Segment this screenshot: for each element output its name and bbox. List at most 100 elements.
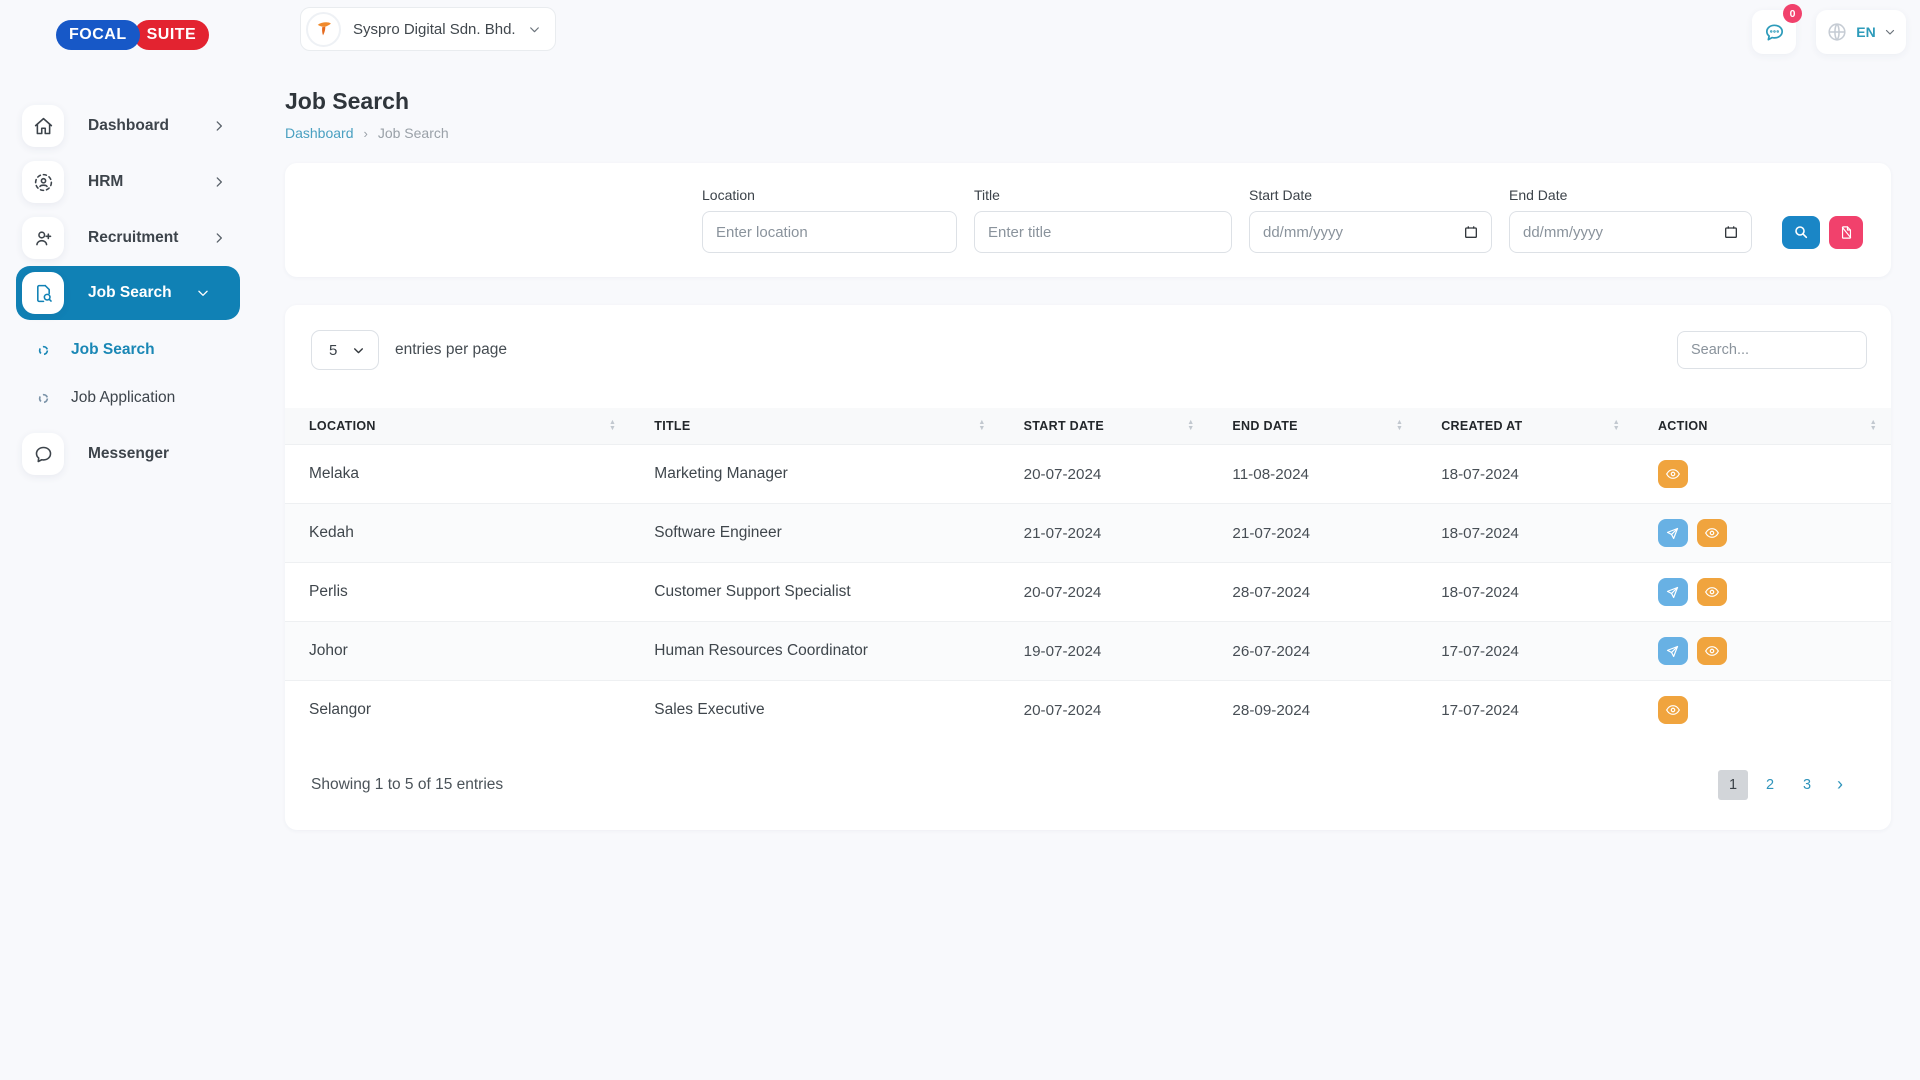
brand-suite: SUITE <box>134 20 210 50</box>
location-cell: Melaka <box>285 445 630 504</box>
column-header-end-date[interactable]: End Date▲▼ <box>1208 408 1417 445</box>
filter-search-button[interactable] <box>1782 216 1820 249</box>
view-button[interactable] <box>1697 519 1727 547</box>
view-button[interactable] <box>1697 637 1727 665</box>
chevron-right-icon <box>212 231 226 245</box>
app-root: FOCAL SUITE Dashboard HRM <box>0 0 1920 1080</box>
send-button[interactable] <box>1658 578 1688 606</box>
filter-clear-button[interactable] <box>1829 216 1863 249</box>
view-button[interactable] <box>1658 696 1688 724</box>
send-button[interactable] <box>1658 637 1688 665</box>
column-header-action[interactable]: Action▲▼ <box>1634 408 1891 445</box>
start-date-cell: 20-07-2024 <box>1000 563 1209 622</box>
table-row: PerlisCustomer Support Specialist20-07-2… <box>285 563 1891 622</box>
view-button[interactable] <box>1658 460 1688 488</box>
title-cell: Customer Support Specialist <box>630 563 999 622</box>
action-cell <box>1634 563 1891 622</box>
start-date-input[interactable] <box>1249 211 1492 253</box>
end-date-input[interactable] <box>1509 211 1752 253</box>
messages-button[interactable]: 0 <box>1752 10 1796 54</box>
sidebar-subitem-job-application[interactable]: Job Application <box>0 374 256 422</box>
title-cell: Sales Executive <box>630 681 999 740</box>
start-date-field: Start Date <box>1249 187 1492 253</box>
page-button-2[interactable]: 2 <box>1755 770 1785 800</box>
sidebar-item-label: Dashboard <box>88 117 169 135</box>
page-button-3[interactable]: 3 <box>1792 770 1822 800</box>
sidebar-item-hrm[interactable]: HRM <box>0 154 256 210</box>
action-cell <box>1634 504 1891 563</box>
main-content: Job Search Dashboard › Job Search Locati… <box>256 64 1920 830</box>
page-title: Job Search <box>285 88 1891 115</box>
paper-plane-icon <box>1665 585 1680 600</box>
title-field: Title <box>974 187 1232 253</box>
column-header-location[interactable]: Location▲▼ <box>285 408 630 445</box>
start-date-cell: 20-07-2024 <box>1000 681 1209 740</box>
sort-icon: ▲▼ <box>609 420 616 432</box>
user-plus-icon <box>22 217 64 259</box>
sort-icon: ▲▼ <box>1870 420 1877 432</box>
title-cell: Marketing Manager <box>630 445 999 504</box>
title-input[interactable] <box>974 211 1232 253</box>
start-date-label: Start Date <box>1249 187 1492 203</box>
view-button[interactable] <box>1697 578 1727 606</box>
language-code: EN <box>1856 24 1875 40</box>
sidebar-item-label: Recruitment <box>88 229 178 247</box>
sidebar-item-job-search[interactable]: Job Search <box>16 266 240 320</box>
paper-plane-icon <box>1665 644 1680 659</box>
document-search-icon <box>22 272 64 314</box>
paper-plane-icon <box>1665 526 1680 541</box>
sidebar: FOCAL SUITE Dashboard HRM <box>0 0 256 1080</box>
location-label: Location <box>702 187 957 203</box>
company-logo-icon <box>306 12 341 47</box>
entries-per-page-select[interactable]: 5 <box>311 330 379 370</box>
notification-badge: 0 <box>1783 4 1802 23</box>
company-name: Syspro Digital Sdn. Bhd. <box>353 21 516 38</box>
entries-per-page-label: entries per page <box>395 341 507 359</box>
eye-icon <box>1704 525 1720 541</box>
ring-icon <box>38 393 49 404</box>
top-header: Syspro Digital Sdn. Bhd. 0 EN <box>256 0 1920 64</box>
breadcrumb-current: Job Search <box>378 125 449 141</box>
chevron-down-icon <box>1884 26 1896 38</box>
chat-bubble-icon <box>22 433 64 475</box>
breadcrumb: Dashboard › Job Search <box>285 125 1891 141</box>
page-button-1[interactable]: 1 <box>1718 770 1748 800</box>
location-input[interactable] <box>702 211 957 253</box>
sort-icon: ▲▼ <box>1187 420 1194 432</box>
column-header-created-at[interactable]: Created At▲▼ <box>1417 408 1634 445</box>
column-header-title[interactable]: Title▲▼ <box>630 408 999 445</box>
start-date-cell: 19-07-2024 <box>1000 622 1209 681</box>
column-header-start-date[interactable]: Start Date▲▼ <box>1000 408 1209 445</box>
chevron-down-icon <box>352 344 365 357</box>
sidebar-item-label: Messenger <box>88 445 169 463</box>
company-selector[interactable]: Syspro Digital Sdn. Bhd. <box>300 7 556 51</box>
sidebar-item-recruitment[interactable]: Recruitment <box>0 210 256 266</box>
filter-panel: Location Title Start Date End Date <box>285 163 1891 277</box>
sidebar-item-dashboard[interactable]: Dashboard <box>0 98 256 154</box>
entries-value: 5 <box>329 342 337 359</box>
job-table-panel: 5 entries per page Location▲▼ Title▲▼ St… <box>285 305 1891 830</box>
action-cell <box>1634 445 1891 504</box>
sidebar-item-label: HRM <box>88 173 123 191</box>
brand-focal: FOCAL <box>56 20 140 50</box>
sidebar-item-messenger[interactable]: Messenger <box>0 426 256 482</box>
eye-icon <box>1704 643 1720 659</box>
table-search-input[interactable] <box>1677 331 1867 369</box>
action-cell <box>1634 622 1891 681</box>
next-page-button[interactable]: › <box>1829 774 1851 795</box>
language-selector[interactable]: EN <box>1816 10 1906 54</box>
end-date-cell: 26-07-2024 <box>1208 622 1417 681</box>
created-at-cell: 18-07-2024 <box>1417 563 1634 622</box>
globe-icon <box>1826 21 1848 43</box>
ring-icon <box>38 345 49 356</box>
created-at-cell: 18-07-2024 <box>1417 445 1634 504</box>
user-focus-icon <box>22 161 64 203</box>
table-body: MelakaMarketing Manager20-07-202411-08-2… <box>285 445 1891 740</box>
send-button[interactable] <box>1658 519 1688 547</box>
table-row: JohorHuman Resources Coordinator19-07-20… <box>285 622 1891 681</box>
eye-icon <box>1704 584 1720 600</box>
chevron-right-icon <box>212 175 226 189</box>
chat-bubble-icon <box>1763 21 1786 44</box>
sidebar-subitem-job-search[interactable]: Job Search <box>0 326 256 374</box>
breadcrumb-dashboard-link[interactable]: Dashboard <box>285 125 354 141</box>
